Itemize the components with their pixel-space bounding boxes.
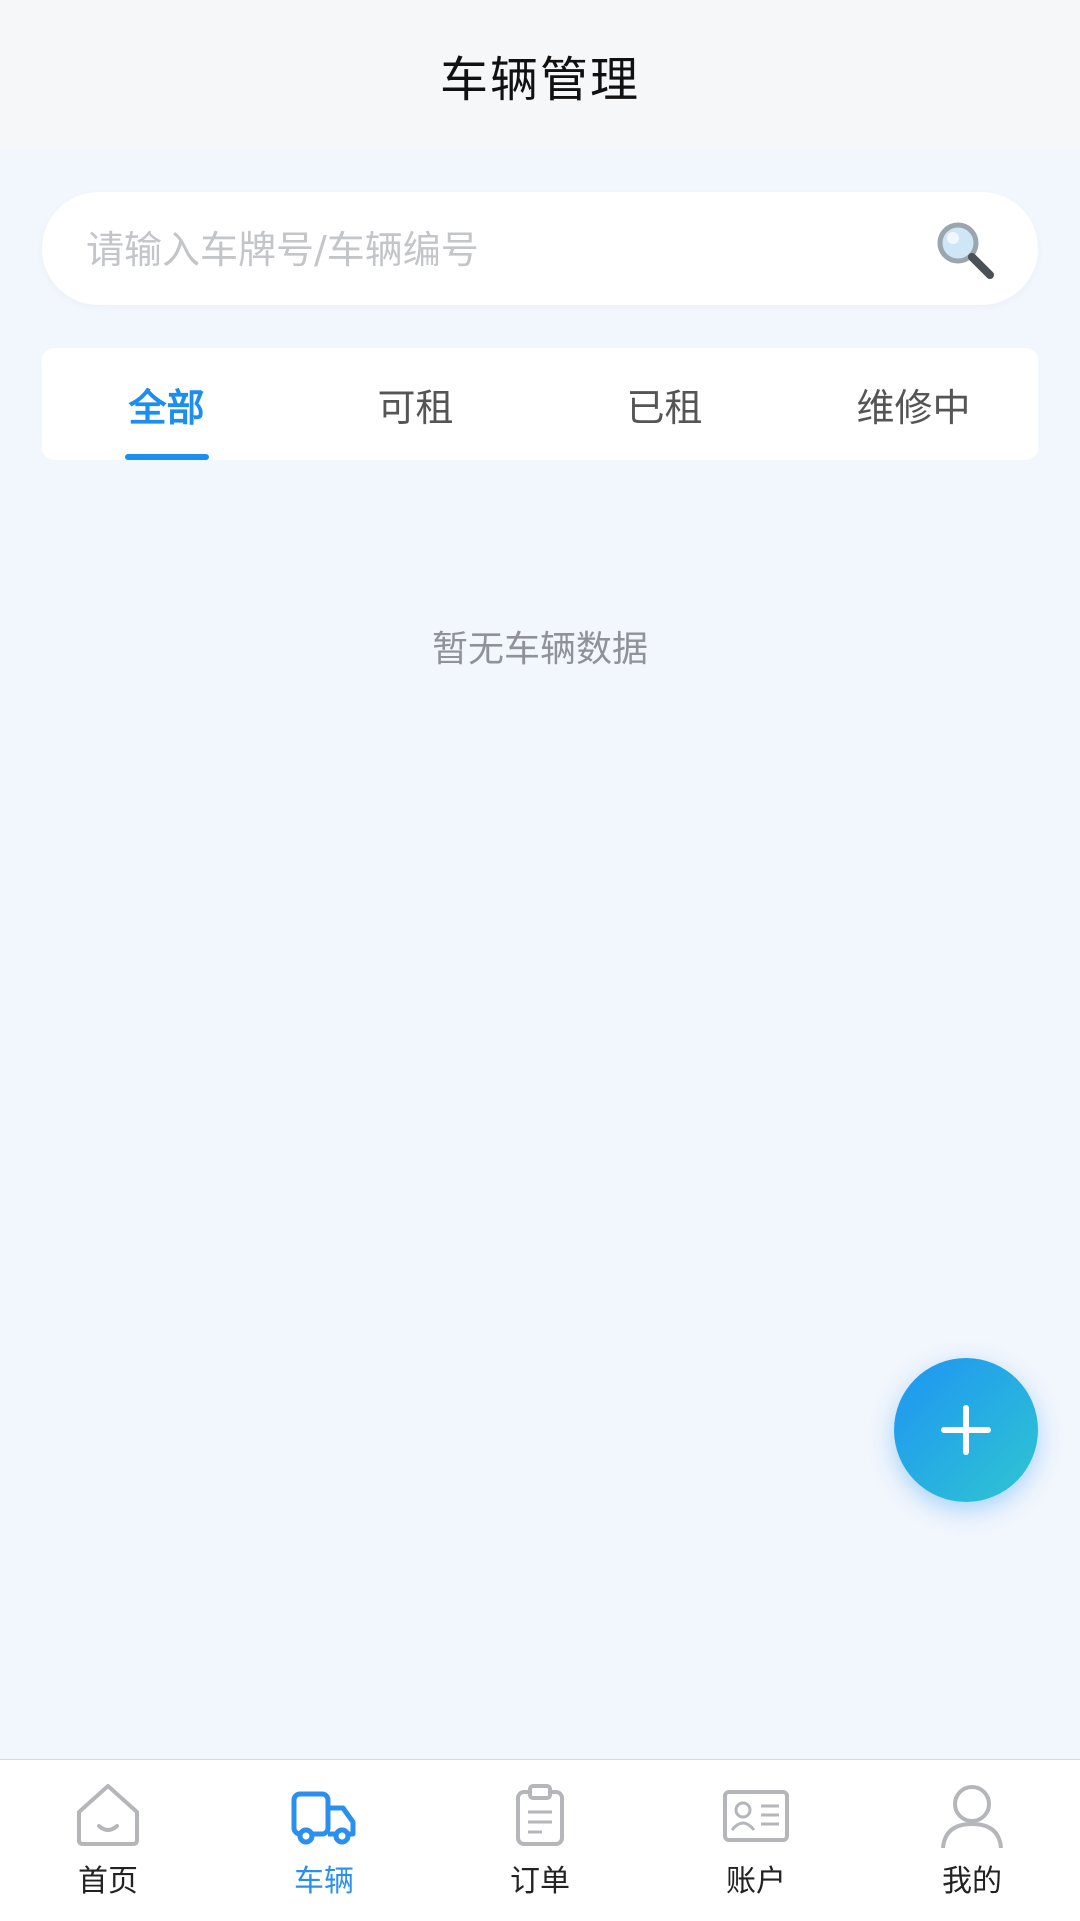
- tabbar-label: 我的: [942, 1864, 1002, 1899]
- bottom-tab-bar: 首页 车辆 订单 账户 我的: [0, 1759, 1080, 1921]
- add-vehicle-button[interactable]: [894, 1358, 1038, 1502]
- search-input[interactable]: [84, 192, 908, 307]
- tab-maintenance[interactable]: 维修中: [789, 348, 1038, 460]
- tab-available[interactable]: 可租: [291, 348, 540, 460]
- tabbar-label: 首页: [78, 1864, 138, 1899]
- plus-icon: [941, 1405, 991, 1455]
- header: 车辆管理: [0, 0, 1080, 150]
- id-card-icon: [723, 1790, 789, 1842]
- tabbar-item-home[interactable]: 首页: [0, 1760, 216, 1921]
- tabbar-item-account[interactable]: 账户: [648, 1760, 864, 1921]
- truck-icon: [291, 1791, 356, 1845]
- empty-state-text: 暂无车辆数据: [431, 629, 648, 670]
- tab-label: 可租: [377, 385, 454, 430]
- tab-label: 已租: [626, 385, 703, 430]
- tab-all[interactable]: 全部: [42, 348, 291, 460]
- active-tab-indicator: [124, 454, 209, 460]
- tab-label: 维修中: [856, 385, 971, 430]
- home-icon: [77, 1784, 139, 1846]
- status-tabs: 全部 可租 已租 维修中: [42, 348, 1038, 460]
- tab-rented[interactable]: 已租: [540, 348, 789, 460]
- tabbar-label: 账户: [726, 1864, 786, 1899]
- tabbar-item-vehicles[interactable]: 车辆: [216, 1760, 432, 1921]
- user-icon: [941, 1785, 1003, 1849]
- search-icon[interactable]: [932, 217, 996, 281]
- tabbar-item-mine[interactable]: 我的: [864, 1760, 1080, 1921]
- tabbar-item-orders[interactable]: 订单: [432, 1760, 648, 1921]
- tab-label: 全部: [128, 385, 205, 430]
- tabbar-label: 订单: [510, 1864, 570, 1899]
- page-title: 车辆管理: [439, 52, 640, 108]
- search-bar[interactable]: [42, 192, 1038, 307]
- tabbar-label: 车辆: [294, 1864, 354, 1899]
- clipboard-icon: [516, 1784, 564, 1846]
